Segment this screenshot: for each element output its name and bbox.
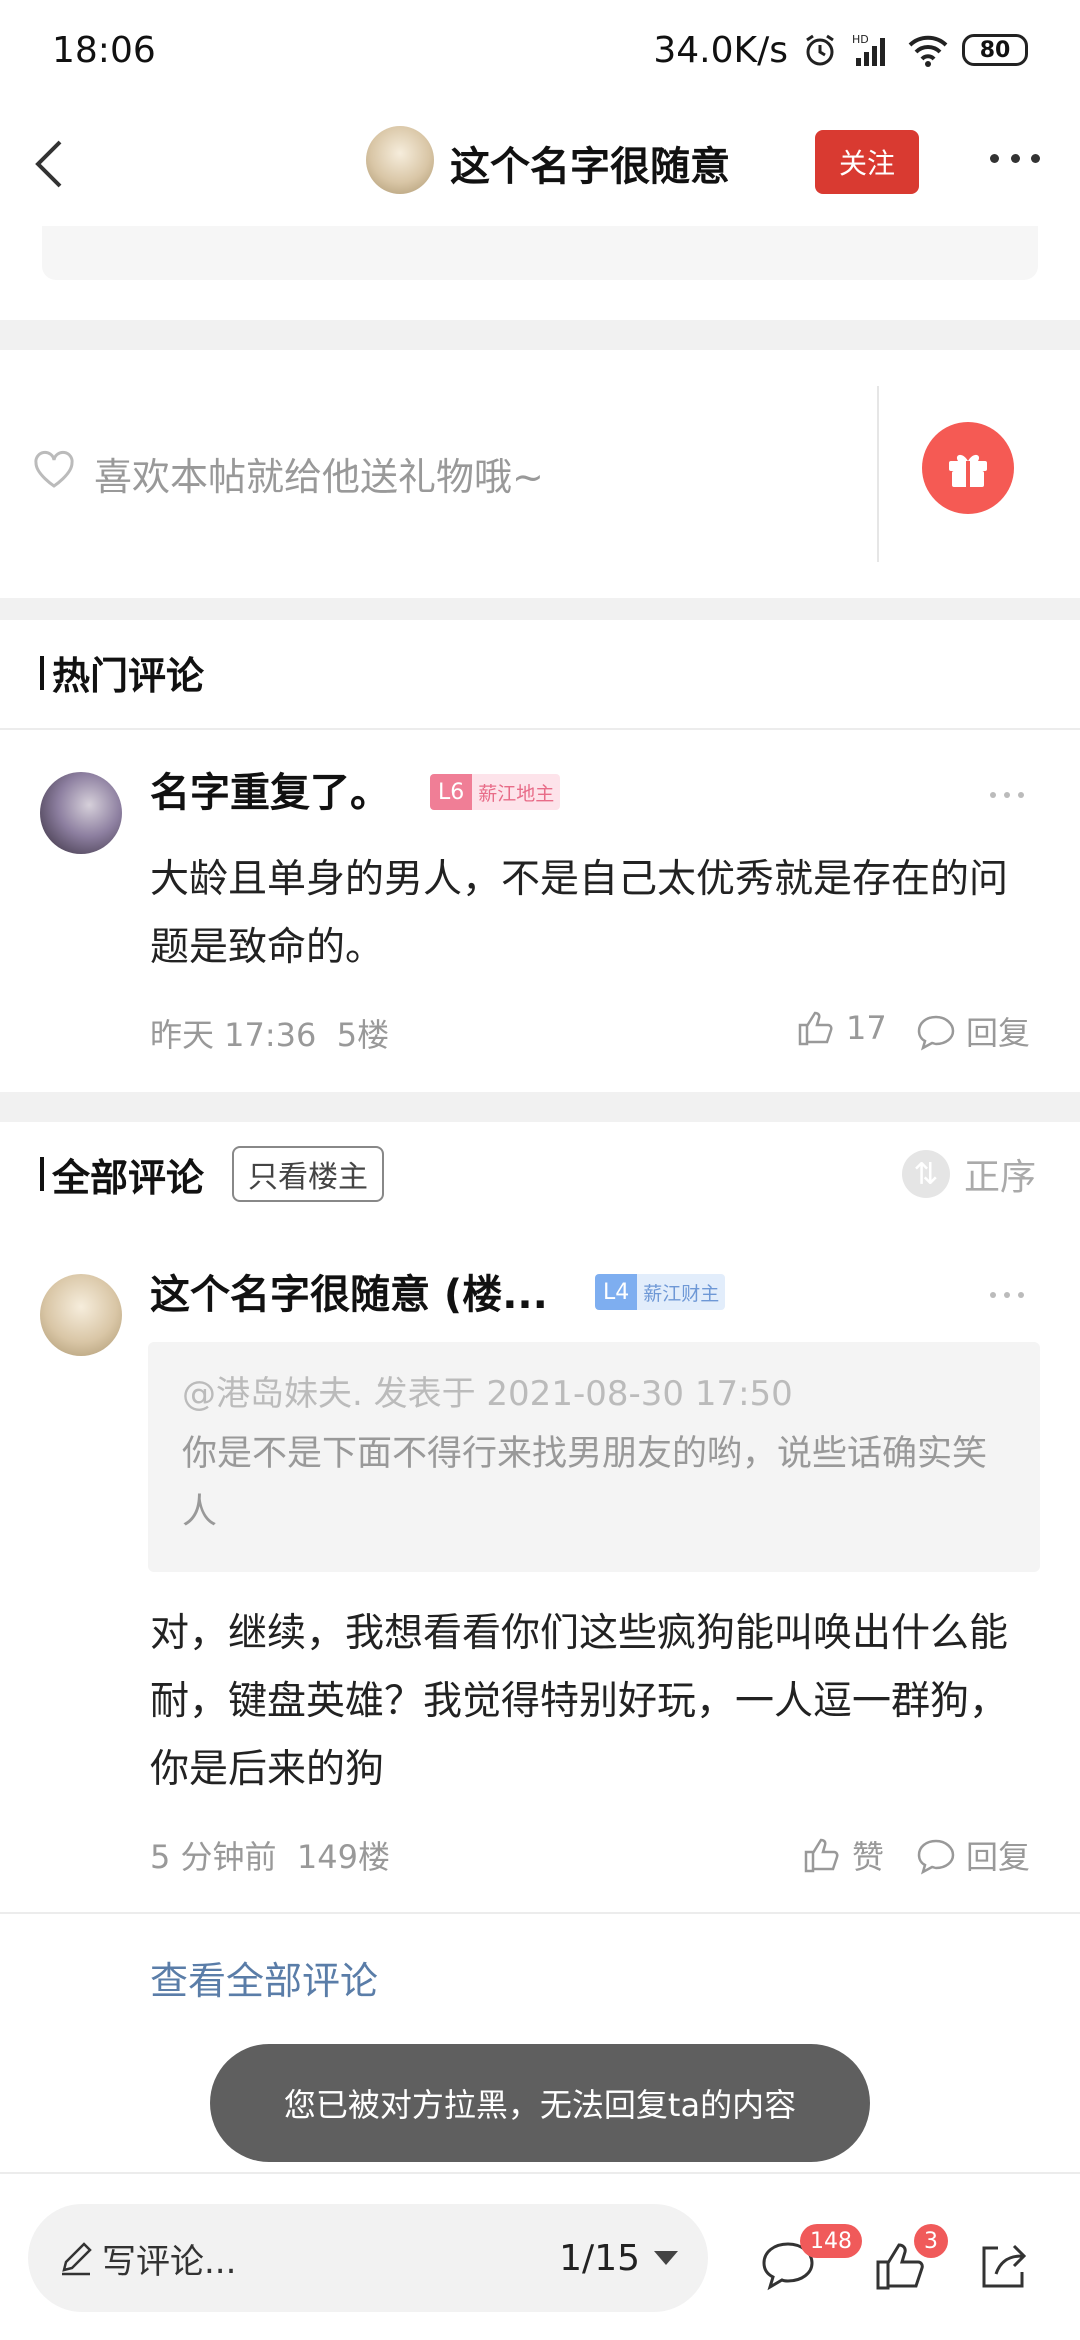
comment-meta: 昨天 17:36 5楼 (150, 1010, 389, 1056)
gift-prompt: 喜欢本帖就给他送礼物哦~ (94, 455, 544, 499)
hd-signal-icon: HD (852, 33, 885, 66)
bottom-bar: 写评论... 1/15 148 3 (0, 2172, 1080, 2340)
thumb-up-icon (804, 1838, 839, 1873)
quoted-comment[interactable]: @港岛妹夫. 发表于 2021-08-30 17:50 你是不是下面不得行来找男… (148, 1342, 1040, 1572)
comment-username[interactable]: 名字重复了。 (150, 760, 390, 818)
pen-icon (62, 2242, 92, 2276)
all-comments-title: 全部评论 (52, 1155, 205, 1200)
quote-author-time: @港岛妹夫. 发表于 2021-08-30 17:50 (182, 1374, 793, 1414)
comment-floor: 5楼 (336, 1016, 390, 1054)
comment-icon (917, 1839, 955, 1875)
avatar[interactable] (40, 1274, 122, 1356)
sort-icon: ⇅ (902, 1150, 950, 1198)
rank-title: 薪江财主 (637, 1274, 726, 1310)
comment-input[interactable]: 写评论... 1/15 (28, 2204, 708, 2312)
section-divider (0, 1092, 1080, 1122)
all-comments-header: 全部评论 只看楼主 (40, 1146, 385, 1202)
page-indicator-text: 1/15 (559, 2237, 640, 2279)
comment-username[interactable]: 这个名字很随意 (楼... (150, 1262, 548, 1320)
back-icon[interactable] (22, 134, 82, 194)
like-count: 17 (846, 1009, 887, 1047)
nav-bar: 这个名字很随意 关注 (0, 100, 1080, 225)
alarm-icon (806, 34, 834, 66)
post-content-card-bottom (42, 226, 1038, 280)
author-name[interactable]: 这个名字很随意 (450, 134, 730, 192)
network-speed: 34.0K/s (653, 29, 788, 71)
comment-floor: 149楼 (296, 1838, 390, 1876)
svg-text:HD: HD (852, 33, 869, 46)
comment-icon (917, 1015, 955, 1051)
reply-button[interactable]: 回复 (916, 1008, 1030, 1054)
chevron-down-icon (654, 2251, 678, 2265)
status-bar: 18:06 34.0K/s HD 80 (0, 0, 1080, 100)
divider (0, 728, 1080, 730)
only-op-button[interactable]: 只看楼主 (232, 1146, 385, 1202)
wifi-icon (908, 35, 948, 67)
like-label: 赞 (852, 1838, 885, 1876)
comment-more-icon[interactable] (990, 1292, 1024, 1298)
gift-button[interactable] (922, 422, 1014, 514)
comment-time: 昨天 17:36 (150, 1016, 317, 1054)
section-divider (0, 598, 1080, 620)
comment-more-icon[interactable] (990, 792, 1024, 798)
comment-text: 对，继续，我想看看你们这些疯狗能叫唤出什么能耐，键盘英雄？我觉得特别好玩，一人逗… (150, 1611, 1009, 1792)
view-all-comments-link[interactable]: 查看全部评论 (150, 1950, 378, 2005)
hot-comments-header: 热门评论 (40, 645, 204, 700)
avatar[interactable] (40, 772, 122, 854)
level-label: L4 (595, 1274, 638, 1310)
divider (877, 386, 879, 562)
divider (0, 1912, 1080, 1914)
sort-label: 正序 (964, 1157, 1037, 1198)
comment-meta: 5 分钟前 149楼 (150, 1832, 390, 1878)
level-badge: L6 薪江地主 (430, 774, 561, 810)
gift-icon (949, 454, 987, 487)
rank-title: 薪江地主 (472, 774, 561, 810)
level-label: L6 (430, 774, 473, 810)
thumb-up-icon (798, 1011, 833, 1046)
share-icon[interactable] (974, 2238, 1034, 2294)
status-icons: 34.0K/s HD 80 (653, 30, 1028, 71)
header-marker (40, 1157, 44, 1191)
like-button[interactable]: 17 (796, 1008, 887, 1048)
battery-icon: 80 (962, 34, 1028, 66)
section-divider (0, 320, 1080, 350)
comment-text: 大龄且单身的男人，不是自己太优秀就是存在的问题是致命的。 (150, 857, 1009, 970)
comment-time: 5 分钟前 (150, 1838, 277, 1876)
reply-button[interactable]: 回复 (916, 1832, 1030, 1878)
header-marker (40, 655, 44, 690)
gift-row: 喜欢本帖就给他送礼物哦~ (0, 350, 1080, 598)
quote-text: 你是不是下面不得行来找男朋友的哟，说些话确实笑人 (182, 1434, 988, 1532)
comment-count-badge: 148 (800, 2224, 862, 2258)
reply-label: 回复 (966, 1838, 1031, 1876)
reply-label: 回复 (966, 1014, 1031, 1052)
like-button[interactable]: 赞 (802, 1832, 884, 1878)
heart-icon[interactable] (32, 450, 76, 490)
sort-button[interactable]: ⇅ 正序 (902, 1148, 1036, 1200)
follow-button[interactable]: 关注 (815, 130, 919, 194)
level-badge: L4 薪江财主 (595, 1274, 726, 1310)
toast-message: 您已被对方拉黑，无法回复ta的内容 (210, 2044, 870, 2162)
author-avatar[interactable] (366, 126, 434, 194)
hot-comments-title: 热门评论 (52, 654, 205, 698)
comment-input-placeholder: 写评论... (102, 2241, 237, 2282)
page-indicator[interactable]: 1/15 (559, 2238, 678, 2279)
more-icon[interactable] (990, 154, 1040, 168)
like-count-badge: 3 (914, 2224, 948, 2258)
status-time: 18:06 (52, 29, 156, 71)
